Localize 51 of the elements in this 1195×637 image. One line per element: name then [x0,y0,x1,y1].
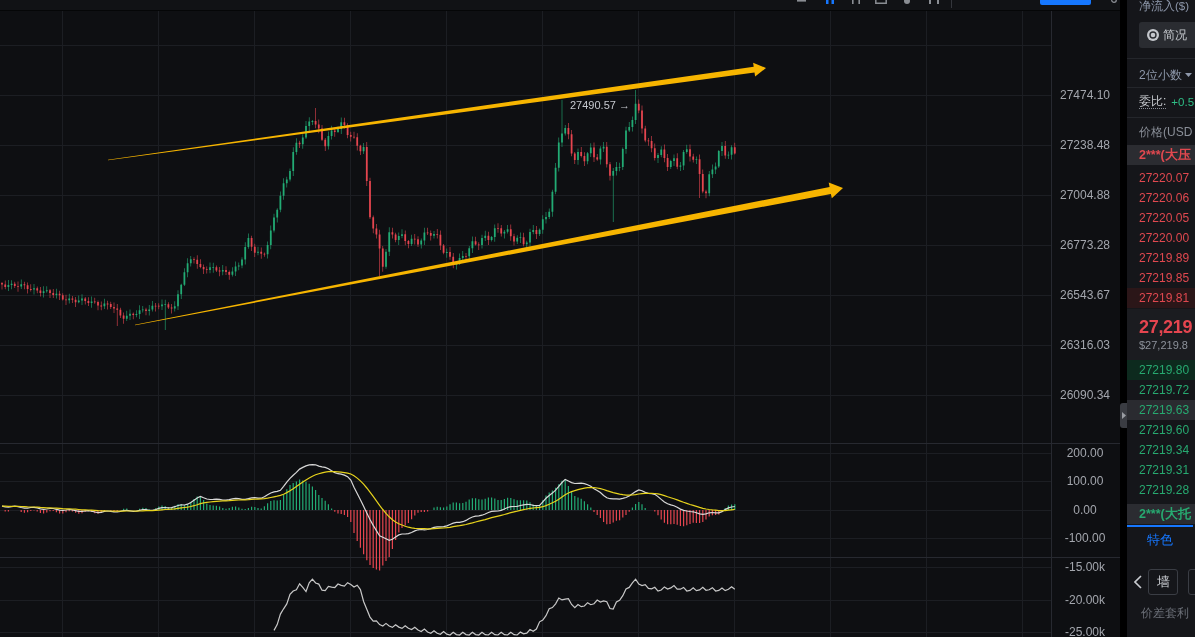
line-icon[interactable] [797,0,806,3]
bid-price[interactable]: 27219.34 [1127,440,1195,460]
price-axis-label: 27474.10 [1059,88,1111,102]
bars-icon[interactable] [826,0,834,4]
indicator-axis-label: -20.00k [1065,592,1105,607]
last-price-usd: $27,219.8 [1139,339,1189,352]
indicator-axis-label: -25.00k [1065,625,1105,637]
precision-dropdown[interactable]: 2位小数 [1139,67,1192,83]
ask-price[interactable]: 27220.06 [1127,188,1195,208]
macd-axis-label: -100.00 [1064,531,1106,545]
panel-toggle-button[interactable] [1120,403,1127,428]
macd-axis-label: 0.00 [1073,502,1097,517]
large-ask-order[interactable]: 2***(大压 [1127,145,1195,165]
price-axis-label: 26090.34 [1059,388,1111,402]
bid-price[interactable]: 27219.80 [1127,360,1195,380]
bars-icon[interactable] [929,0,939,4]
ask-price[interactable]: 27219.85 [1127,268,1195,288]
net-inflow-label: 净流入($) [1138,0,1191,12]
target-icon [1147,29,1159,41]
overview-button[interactable]: 简况 [1139,22,1195,48]
chevron-left-icon[interactable] [1134,575,1142,589]
price-axis-label: 26773.28 [1059,238,1111,252]
caret-down-icon [1184,73,1192,77]
section-title: 价差套利 [1141,606,1190,620]
ask-price[interactable]: 27220.07 [1127,168,1195,188]
bid-price[interactable]: 27219.28 [1127,480,1195,500]
filter-chip[interactable]: 墙 [1148,569,1178,595]
bid-price[interactable]: 27219.31 [1127,460,1195,480]
price-axis-label: 26543.67 [1059,288,1111,302]
bid-price[interactable]: 27219.63 [1127,400,1195,420]
price-axis-label: 27004.88 [1059,188,1111,202]
bid-price[interactable]: 27219.72 [1127,380,1195,400]
ratio-value: +0.5 [1171,96,1195,108]
ring-icon[interactable] [1111,0,1117,4]
indicator-axis-label: -15.00k [1065,560,1105,574]
ask-price[interactable]: 27219.89 [1127,248,1195,268]
macd-axis-label: 100.00 [1066,474,1104,489]
panel-tab[interactable]: 特色 [1127,525,1193,552]
price-axis-label: 26316.03 [1059,338,1111,352]
bars-icon[interactable] [852,0,860,4]
ask-price[interactable]: 27219.81 [1127,288,1195,308]
macd-axis-label: 200.00 [1066,446,1104,460]
large-bid-order[interactable]: 2***(大托 [1127,504,1195,524]
price-axis-label: 27238.48 [1059,138,1111,152]
ratio-label: 委比: [1139,95,1167,109]
ask-price[interactable]: 27220.05 [1127,208,1195,228]
last-price: 27,219 [1139,316,1194,338]
high-price-label: 27490.57 → [570,99,630,111]
ask-price[interactable]: 27220.00 [1127,228,1195,248]
price-column-header: 价格(USD [1139,125,1194,139]
bid-price[interactable]: 27219.60 [1127,420,1195,440]
